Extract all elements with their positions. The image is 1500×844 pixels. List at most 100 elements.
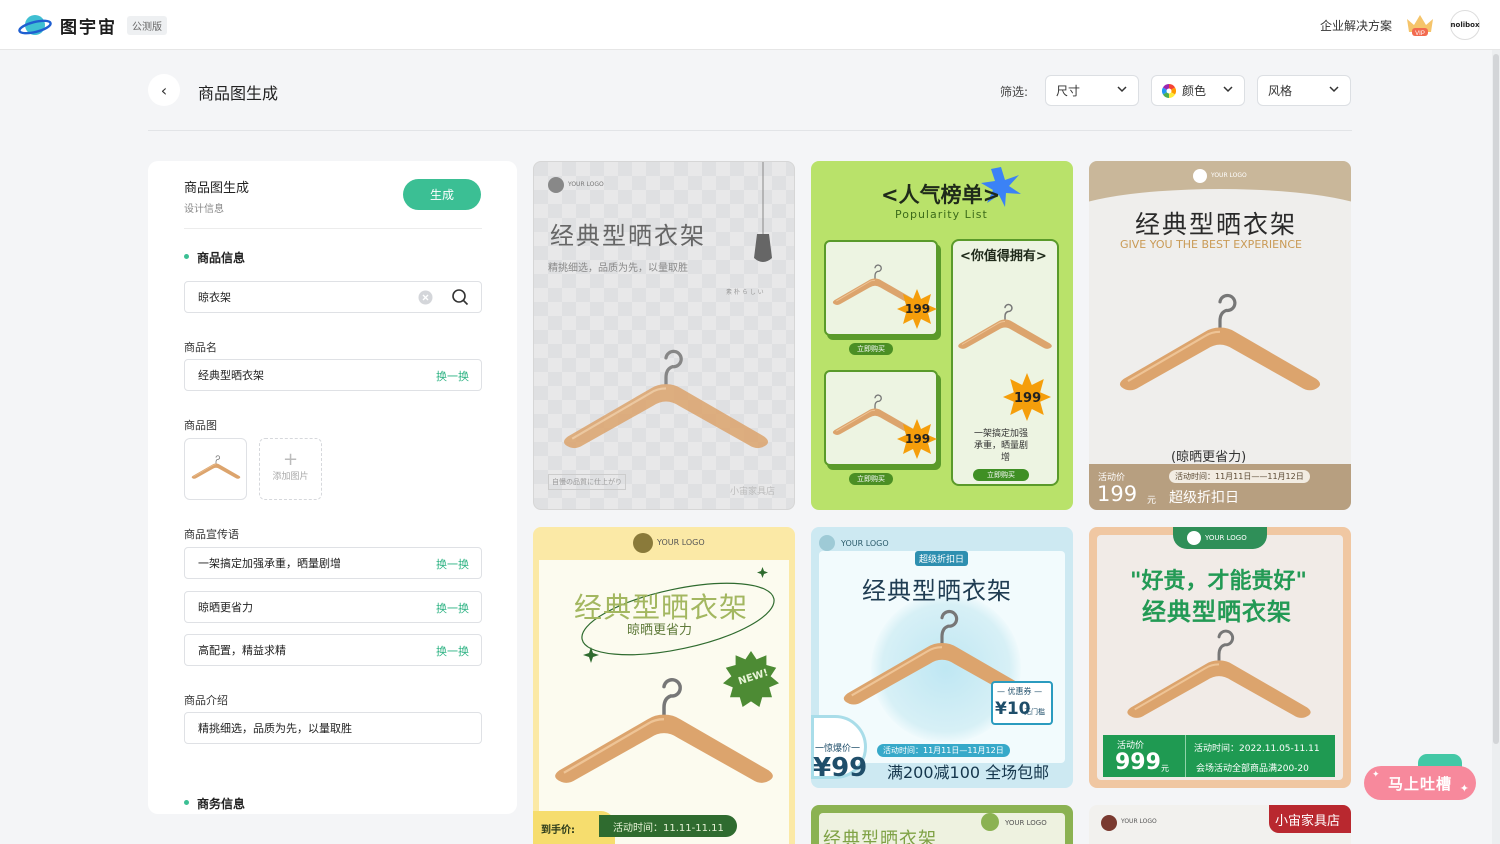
product-name-label: 商品名 [184,341,217,354]
brand-name[interactable]: 图宇宙 [60,13,117,38]
deal-text: 超级折扣日 [1169,490,1239,506]
card-desc: 增 [1001,453,1011,463]
color-filter-dropdown[interactable]: 颜色 [1151,75,1245,106]
enterprise-solutions-link[interactable]: 企业解决方案 [1320,17,1392,34]
product-image-label: 商品图 [184,419,217,432]
product-image-thumbnail[interactable] [184,438,247,500]
product-name-field[interactable]: 经典型晒衣架 换一换 [184,359,482,391]
hanger-image [1121,627,1317,735]
feedback-label: 马上吐槽 [1387,774,1452,793]
buy-now-button[interactable]: 立即购买 [849,473,893,485]
logo-icon [1187,531,1201,545]
product-intro-field[interactable]: 精挑细选，品质为先，以量取胜 [184,712,482,744]
planet-logo-icon[interactable] [18,12,52,38]
page-scrollbar-thumb[interactable] [1493,54,1499,744]
slogan-value: 一架搞定加强承重，晒量剧增 [198,557,341,570]
logo-icon [981,813,999,831]
swap-slogan-button[interactable]: 换一换 [436,600,469,616]
logo-text: YOUR LOGO [568,181,604,188]
swap-name-button[interactable]: 换一换 [436,368,469,384]
template-card-2[interactable]: <人气榜单> Popularity List 199 立即购买 199 立即购买… [811,161,1073,510]
activity-time: 活动时间：11月11日—11月12日 [877,744,1010,757]
template-card-3[interactable]: YOUR LOGO 经典型晒衣架 GIVE YOU THE BEST EXPER… [1089,161,1351,510]
price-band-divider [1185,735,1186,777]
clear-icon[interactable] [418,290,433,305]
card-title-quote: "好贵，才能贵好" [1130,569,1307,594]
swap-slogan-button[interactable]: 换一换 [436,643,469,659]
buy-now-button[interactable]: 立即购买 [973,469,1029,481]
price-label: 到手价: [541,825,575,836]
logo-text: YOUR LOGO [1005,819,1047,827]
add-image-button[interactable]: + 添加图片 [259,438,322,500]
template-card-8[interactable]: YOUR LOGO 小宙家具店 [1089,805,1351,844]
price-value: 999 [1115,750,1161,775]
sparkle-icon: ✦ [1459,782,1470,795]
size-filter-dropdown[interactable]: 尺寸 [1045,75,1139,106]
search-input-value: 晾衣架 [198,291,231,304]
card-title: <人气榜单> [881,183,1001,207]
template-card-6[interactable]: YOUR LOGO "好贵，才能贵好" 经典型晒衣架 活动价 999 元 活动时… [1089,527,1351,788]
price-text: 199 [1014,391,1042,406]
feedback-button[interactable]: ✦ 马上吐槽 ✦ [1364,766,1476,800]
product-info-section-title: 商品信息 [184,249,245,266]
logo-icon [1101,815,1117,831]
card-title: 经典型晒衣架 [550,222,706,250]
pendant-lamp-icon [754,162,772,262]
product-search-input[interactable]: 晾衣架 [184,281,482,313]
card-slogan: (晾晒更省力) [1171,450,1247,465]
logo-icon [819,535,835,551]
back-button[interactable]: ‹ [148,74,180,106]
card-title: 经典型晒衣架 [1142,598,1292,626]
template-card-7[interactable]: 经典型晒衣架 YOUR LOGO [811,805,1073,844]
swap-slogan-button[interactable]: 换一换 [436,556,469,572]
color-wheel-icon [1162,84,1176,98]
hanger-image [190,454,242,484]
vip-label: VIP [1415,31,1425,37]
slogan-value: 高配置，精益求精 [198,644,286,657]
card-title: 经典型晒衣架 [862,577,1012,605]
header-divider [148,130,1352,131]
template-card-1[interactable]: YOUR LOGO 经典型晒衣架 精挑细选，品质为先，以量取胜 素 朴 ら し … [533,161,795,510]
slogan-field-1[interactable]: 一架搞定加强承重，晒量剧增 换一换 [184,547,482,579]
activity-time: 活动时间：11月11日——11月12日 [1169,470,1310,483]
generate-button[interactable]: 生成 [403,179,481,210]
user-avatar[interactable]: nolibox [1450,10,1480,40]
logo-text: YOUR LOGO [1205,534,1247,542]
template-card-5[interactable]: YOUR LOGO 超级折扣日 经典型晒衣架 — 优惠券 — ¥10 无门槛 一… [811,527,1073,788]
slogan-value: 晾晒更省力 [198,601,253,614]
price-text: 199 [905,432,931,446]
product-name-value: 经典型晒衣架 [198,369,264,382]
chevron-down-icon [1117,86,1127,93]
card-title: 经典型晒衣架 [1135,210,1298,239]
hanger-image [955,301,1055,359]
logo-text: YOUR LOGO [841,539,889,548]
price-text: 199 [905,302,931,316]
buy-now-button[interactable]: 立即购买 [849,343,893,355]
slogan-field-3[interactable]: 高配置，精益求精 换一换 [184,634,482,666]
product-intro-label: 商品介绍 [184,694,228,707]
add-image-label: 添加图片 [272,472,309,482]
template-card-4[interactable]: YOUR LOGO 经典型晒衣架 晾晒更省力 NEW! 到手价: 活动时间：11… [533,527,795,844]
top-bar: 图宇宙 公测版 企业解决方案 VIP nolibox [0,0,1500,50]
business-info-section-title: 商务信息 [184,795,245,812]
style-filter-dropdown[interactable]: 风格 [1257,75,1351,106]
panel-title: 商品图生成 [184,181,250,196]
burst-price: ¥99 [813,753,868,783]
panel-divider [184,228,482,229]
hanger-image [556,347,776,467]
search-icon[interactable] [451,288,469,306]
hanger-image [1113,291,1327,409]
coupon-label: — 优惠券 — [997,687,1043,696]
deal-text: 满200减100 全场包邮 [887,763,1050,782]
card-subtitle: GIVE YOU THE BEST EXPERIENCE [1120,238,1302,251]
vip-crown-icon[interactable]: VIP [1404,12,1436,38]
beta-badge: 公测版 [127,16,167,35]
chevron-down-icon [1223,86,1233,93]
coupon-unit: 无门槛 [1024,708,1045,716]
price-unit: 元 [1161,764,1169,773]
slogan-field-2[interactable]: 晾晒更省力 换一换 [184,591,482,623]
card-subtitle: Popularity List [895,208,988,221]
size-filter-label: 尺寸 [1056,84,1081,98]
color-filter-label: 颜色 [1182,84,1207,98]
hanger-image [547,675,781,803]
